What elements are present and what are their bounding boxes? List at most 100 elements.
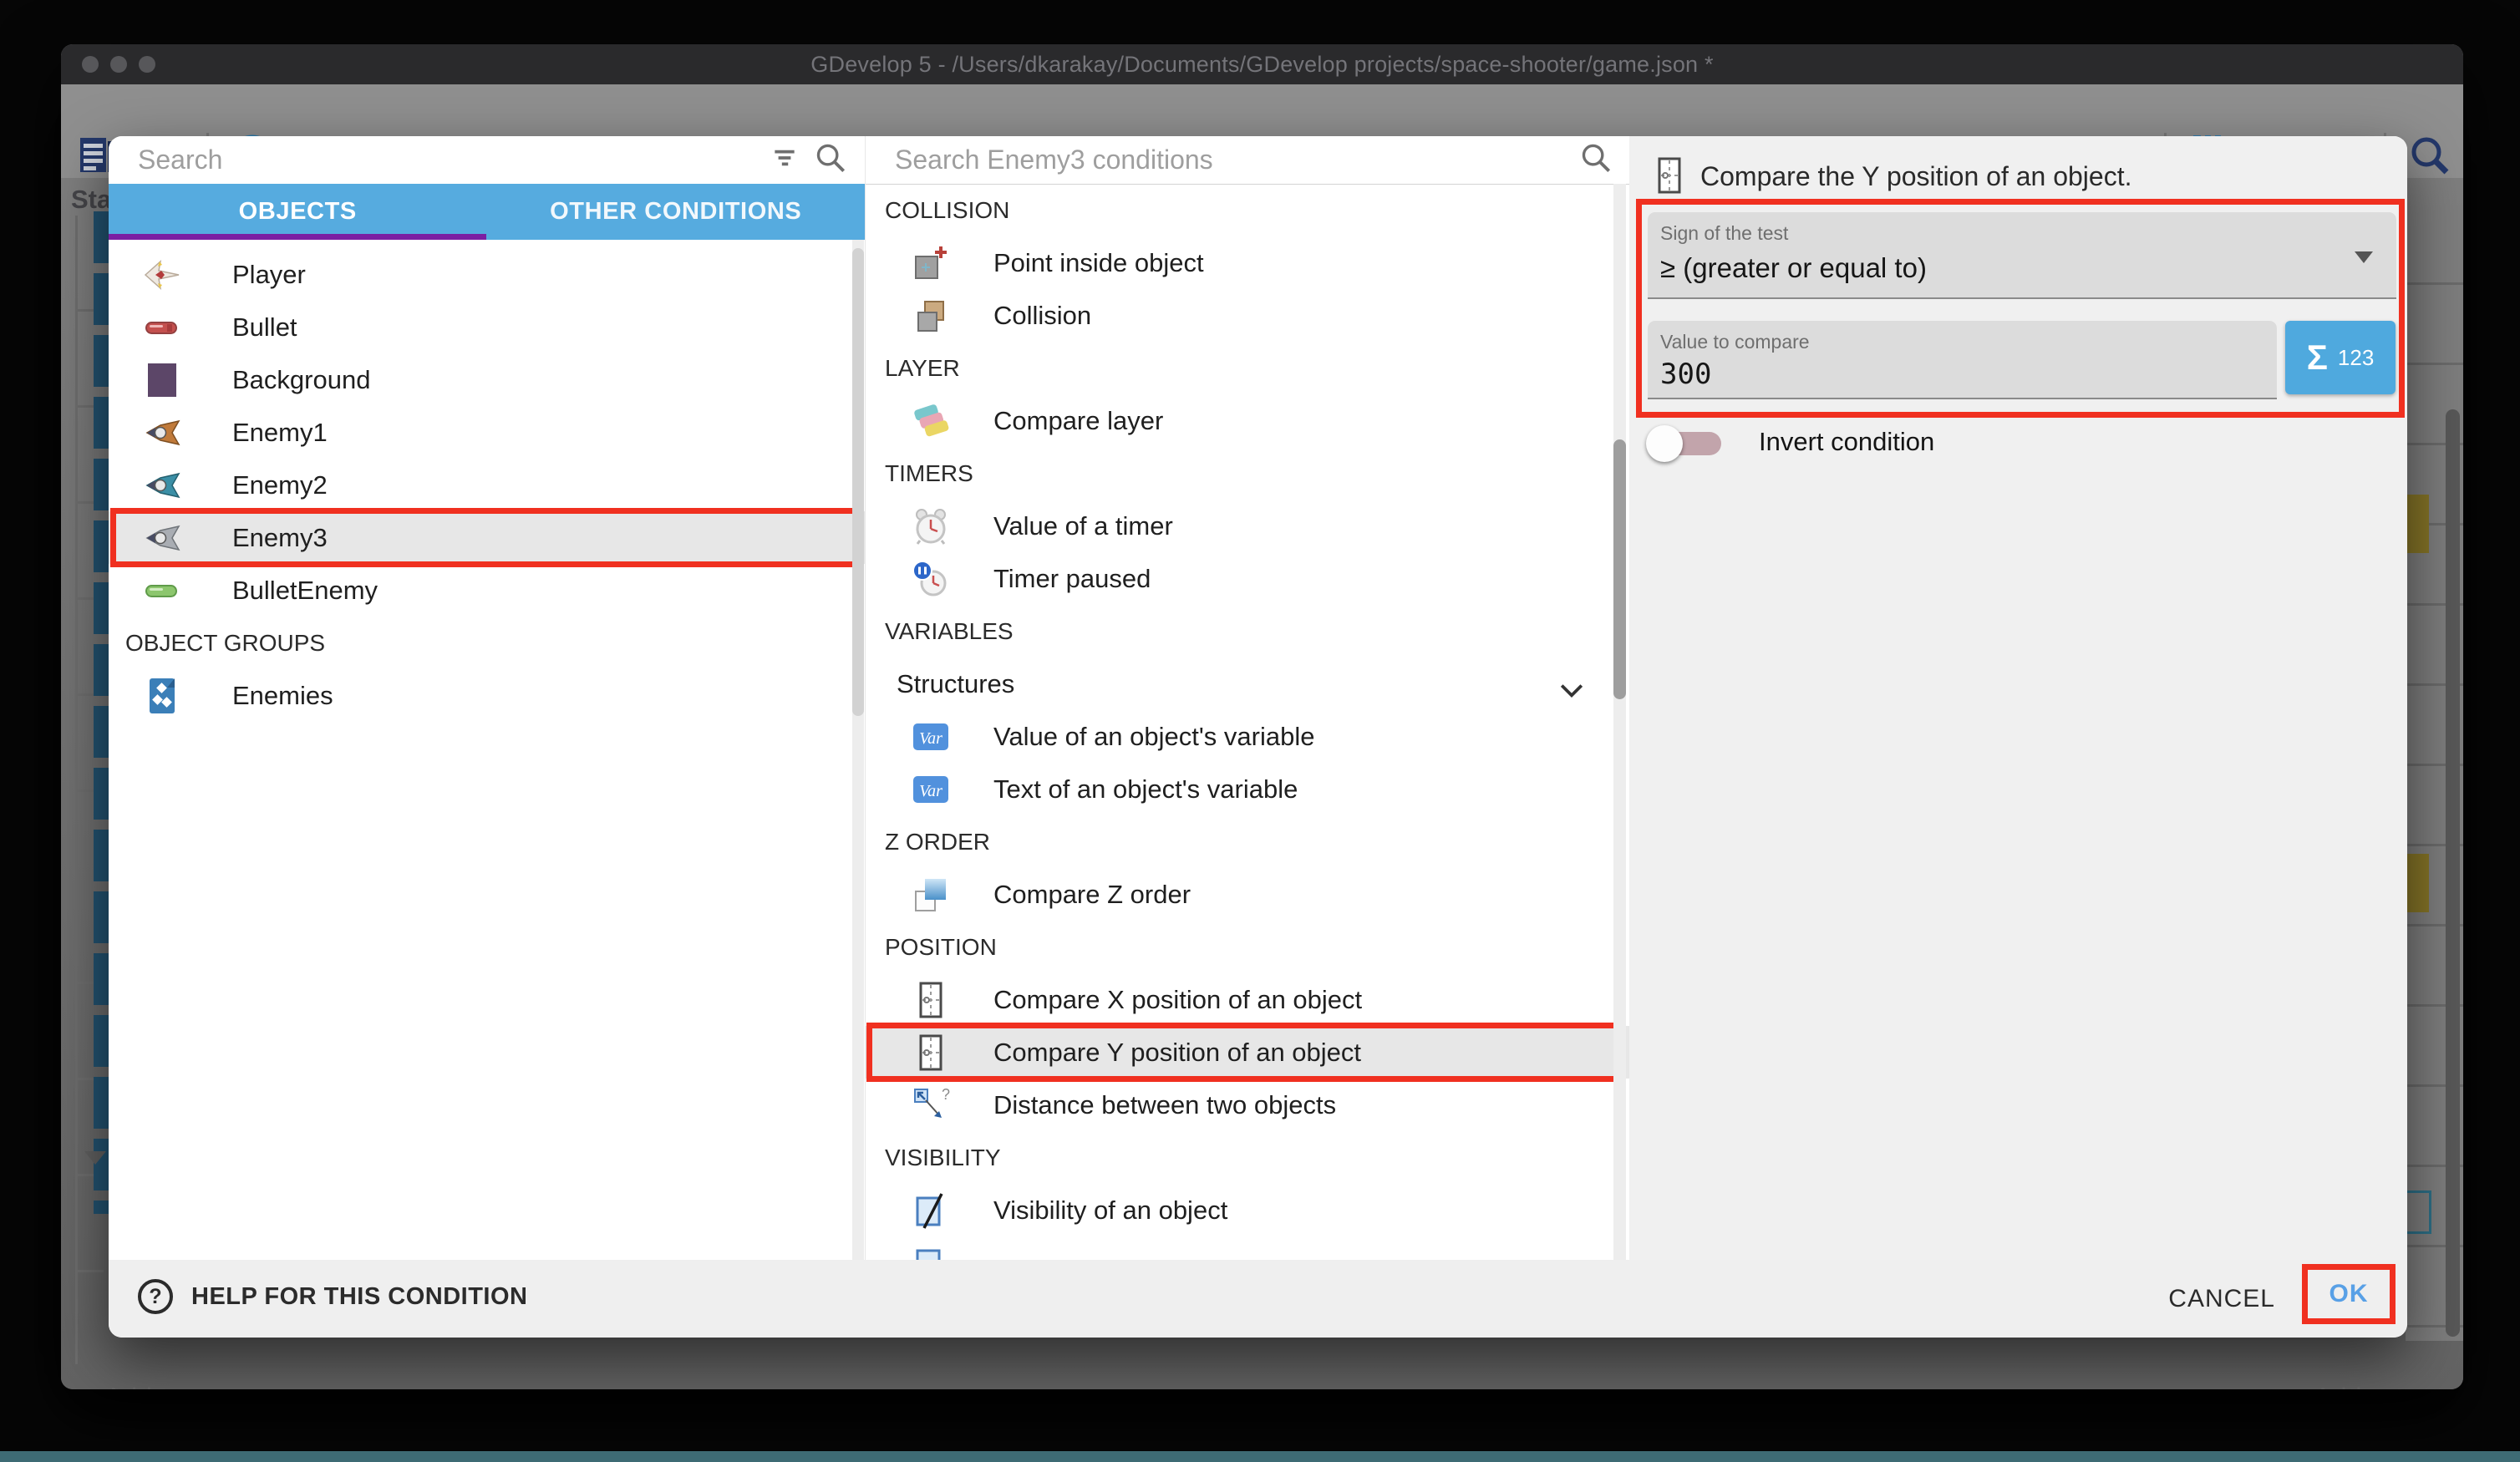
events-scrollbar-thumb[interactable] bbox=[2446, 409, 2460, 1337]
condition-list: COLLISION Point inside object Collision … bbox=[866, 184, 1630, 1260]
object-group-icon bbox=[142, 676, 182, 716]
condition-label: Collision bbox=[993, 301, 1091, 331]
section-header-visibility: VISIBILITY bbox=[866, 1131, 1630, 1184]
desktop-strip bbox=[0, 1451, 2520, 1462]
clipped-item-icon bbox=[912, 1244, 950, 1261]
condition-compare-y-selected[interactable]: Compare Y position of an object bbox=[866, 1026, 1630, 1079]
condition-timer-value[interactable]: Value of a timer bbox=[866, 500, 1630, 552]
condition-distance[interactable]: ? Distance between two objects bbox=[866, 1079, 1630, 1131]
list-item-enemy3-selected[interactable]: Enemy3 bbox=[109, 511, 865, 564]
list-item-background[interactable]: Background bbox=[109, 353, 865, 406]
ok-button[interactable]: OK bbox=[2329, 1280, 2369, 1308]
structures-label: Structures bbox=[897, 669, 1014, 699]
condition-compare-x[interactable]: Compare X position of an object bbox=[866, 973, 1630, 1026]
objects-scrollbar-thumb[interactable] bbox=[852, 248, 864, 716]
condition-search-input[interactable] bbox=[893, 144, 1580, 176]
condition-label: Distance between two objects bbox=[993, 1090, 1336, 1120]
section-header-position: POSITION bbox=[866, 921, 1630, 973]
parameters-panel: Compare the Y position of an object. Sig… bbox=[1629, 136, 2407, 1260]
screen: GDevelop 5 - /Users/dkarakay/Documents/G… bbox=[0, 0, 2520, 1462]
condition-clipped-row[interactable] bbox=[866, 1236, 1630, 1260]
value-to-compare-label: Value to compare bbox=[1660, 331, 1810, 353]
position-icon bbox=[912, 1033, 950, 1072]
conditions-scrollbar-track[interactable] bbox=[1613, 184, 1626, 1260]
condition-label: Point inside object bbox=[993, 248, 1204, 278]
event-condition-blocks bbox=[94, 211, 109, 1214]
enemy2-ship-icon bbox=[142, 465, 182, 505]
bullet-icon bbox=[142, 307, 182, 348]
object-search-input[interactable] bbox=[136, 144, 770, 176]
cancel-button[interactable]: CANCEL bbox=[2168, 1260, 2275, 1338]
traffic-lights bbox=[82, 44, 155, 84]
list-item-bulletenemy[interactable]: BulletEnemy bbox=[109, 564, 865, 617]
object-label: Enemy2 bbox=[232, 470, 328, 500]
minimize-button[interactable] bbox=[110, 56, 127, 73]
sign-of-test-value: ≥ (greater or equal to) bbox=[1660, 252, 1927, 284]
add-more-link[interactable]: Add... bbox=[2314, 1383, 2384, 1389]
compare-layer-icon bbox=[912, 402, 950, 440]
toggle-knob[interactable] bbox=[1646, 425, 1683, 462]
scene-tab-label[interactable]: Sta bbox=[71, 185, 111, 215]
condition-editor-dialog: OBJECTS OTHER CONDITIONS Player Bullet bbox=[109, 136, 2407, 1338]
tab-other-conditions[interactable]: OTHER CONDITIONS bbox=[487, 184, 866, 240]
add-new-event-link[interactable]: Add a new event bbox=[104, 1383, 303, 1389]
tabbar: OBJECTS OTHER CONDITIONS bbox=[109, 184, 865, 240]
section-header-timers: TIMERS bbox=[866, 447, 1630, 500]
condition-timer-paused[interactable]: Timer paused bbox=[866, 552, 1630, 605]
condition-title: Compare the Y position of an object. bbox=[1700, 161, 2131, 192]
zoom-button[interactable] bbox=[139, 56, 155, 73]
list-item-bullet[interactable]: Bullet bbox=[109, 301, 865, 353]
timer-value-icon bbox=[912, 507, 950, 546]
chevron-down-icon[interactable] bbox=[1559, 676, 1584, 706]
list-item-player[interactable]: Player bbox=[109, 248, 865, 301]
condition-object-variable-value[interactable]: Var Value of an object's variable bbox=[866, 710, 1630, 763]
group-label: Enemies bbox=[232, 681, 333, 711]
help-button[interactable]: ? HELP FOR THIS CONDITION bbox=[138, 1279, 527, 1314]
condition-point-inside[interactable]: Point inside object bbox=[866, 236, 1630, 289]
list-item-enemy1[interactable]: Enemy1 bbox=[109, 406, 865, 459]
help-icon: ? bbox=[138, 1279, 173, 1314]
enemy1-ship-icon bbox=[142, 413, 182, 453]
svg-text:Var: Var bbox=[919, 782, 942, 800]
conditions-scrollbar-thumb[interactable] bbox=[1613, 439, 1626, 699]
invert-condition-toggle[interactable] bbox=[1653, 432, 1721, 455]
close-button[interactable] bbox=[82, 56, 99, 73]
value-to-compare-value: 300 bbox=[1660, 358, 1711, 391]
structures-group-row[interactable]: Structures bbox=[866, 657, 1630, 710]
numbers-label: 123 bbox=[2338, 347, 2374, 368]
condition-compare-layer[interactable]: Compare layer bbox=[866, 394, 1630, 447]
condition-compare-z-order[interactable]: Compare Z order bbox=[866, 868, 1630, 921]
sign-of-test-label: Sign of the test bbox=[1660, 222, 1788, 245]
collapse-arrow-icon[interactable] bbox=[84, 1151, 106, 1165]
condition-label: Compare Y position of an object bbox=[993, 1038, 1361, 1068]
position-grid-icon bbox=[1650, 156, 1689, 195]
condition-object-variable-text[interactable]: Var Text of an object's variable bbox=[866, 763, 1630, 815]
object-label: Enemy3 bbox=[232, 523, 328, 553]
invert-condition-label: Invert condition bbox=[1759, 427, 1934, 457]
annotation-ok: OK bbox=[2302, 1264, 2396, 1324]
condition-label: Visibility of an object bbox=[993, 1195, 1227, 1226]
object-groups-header: OBJECT GROUPS bbox=[109, 617, 865, 669]
timer-paused-icon bbox=[912, 560, 950, 598]
condition-label: Value of an object's variable bbox=[993, 722, 1314, 752]
value-to-compare-input[interactable]: Value to compare 300 bbox=[1648, 321, 2277, 399]
point-inside-icon bbox=[912, 244, 950, 282]
sign-of-test-select[interactable]: Sign of the test ≥ (greater or equal to) bbox=[1648, 212, 2396, 299]
filter-icon[interactable] bbox=[770, 143, 800, 177]
background-icon bbox=[142, 360, 182, 400]
search-icon[interactable] bbox=[2408, 134, 2451, 177]
tab-objects[interactable]: OBJECTS bbox=[109, 184, 487, 240]
search-icon[interactable] bbox=[1580, 142, 1612, 178]
position-icon bbox=[912, 981, 950, 1019]
condition-collision[interactable]: Collision bbox=[866, 289, 1630, 342]
condition-label: Timer paused bbox=[993, 564, 1151, 594]
expression-editor-button[interactable]: Σ 123 bbox=[2285, 321, 2396, 394]
svg-text:Var: Var bbox=[919, 729, 942, 748]
condition-visibility[interactable]: Visibility of an object bbox=[866, 1184, 1630, 1236]
list-item-enemy2[interactable]: Enemy2 bbox=[109, 459, 865, 511]
dropdown-arrow-icon[interactable] bbox=[2355, 251, 2373, 263]
collision-icon bbox=[912, 297, 950, 335]
list-item-enemies-group[interactable]: Enemies bbox=[109, 669, 865, 722]
search-icon[interactable] bbox=[815, 142, 846, 178]
section-header-variables: VARIABLES bbox=[866, 605, 1630, 657]
